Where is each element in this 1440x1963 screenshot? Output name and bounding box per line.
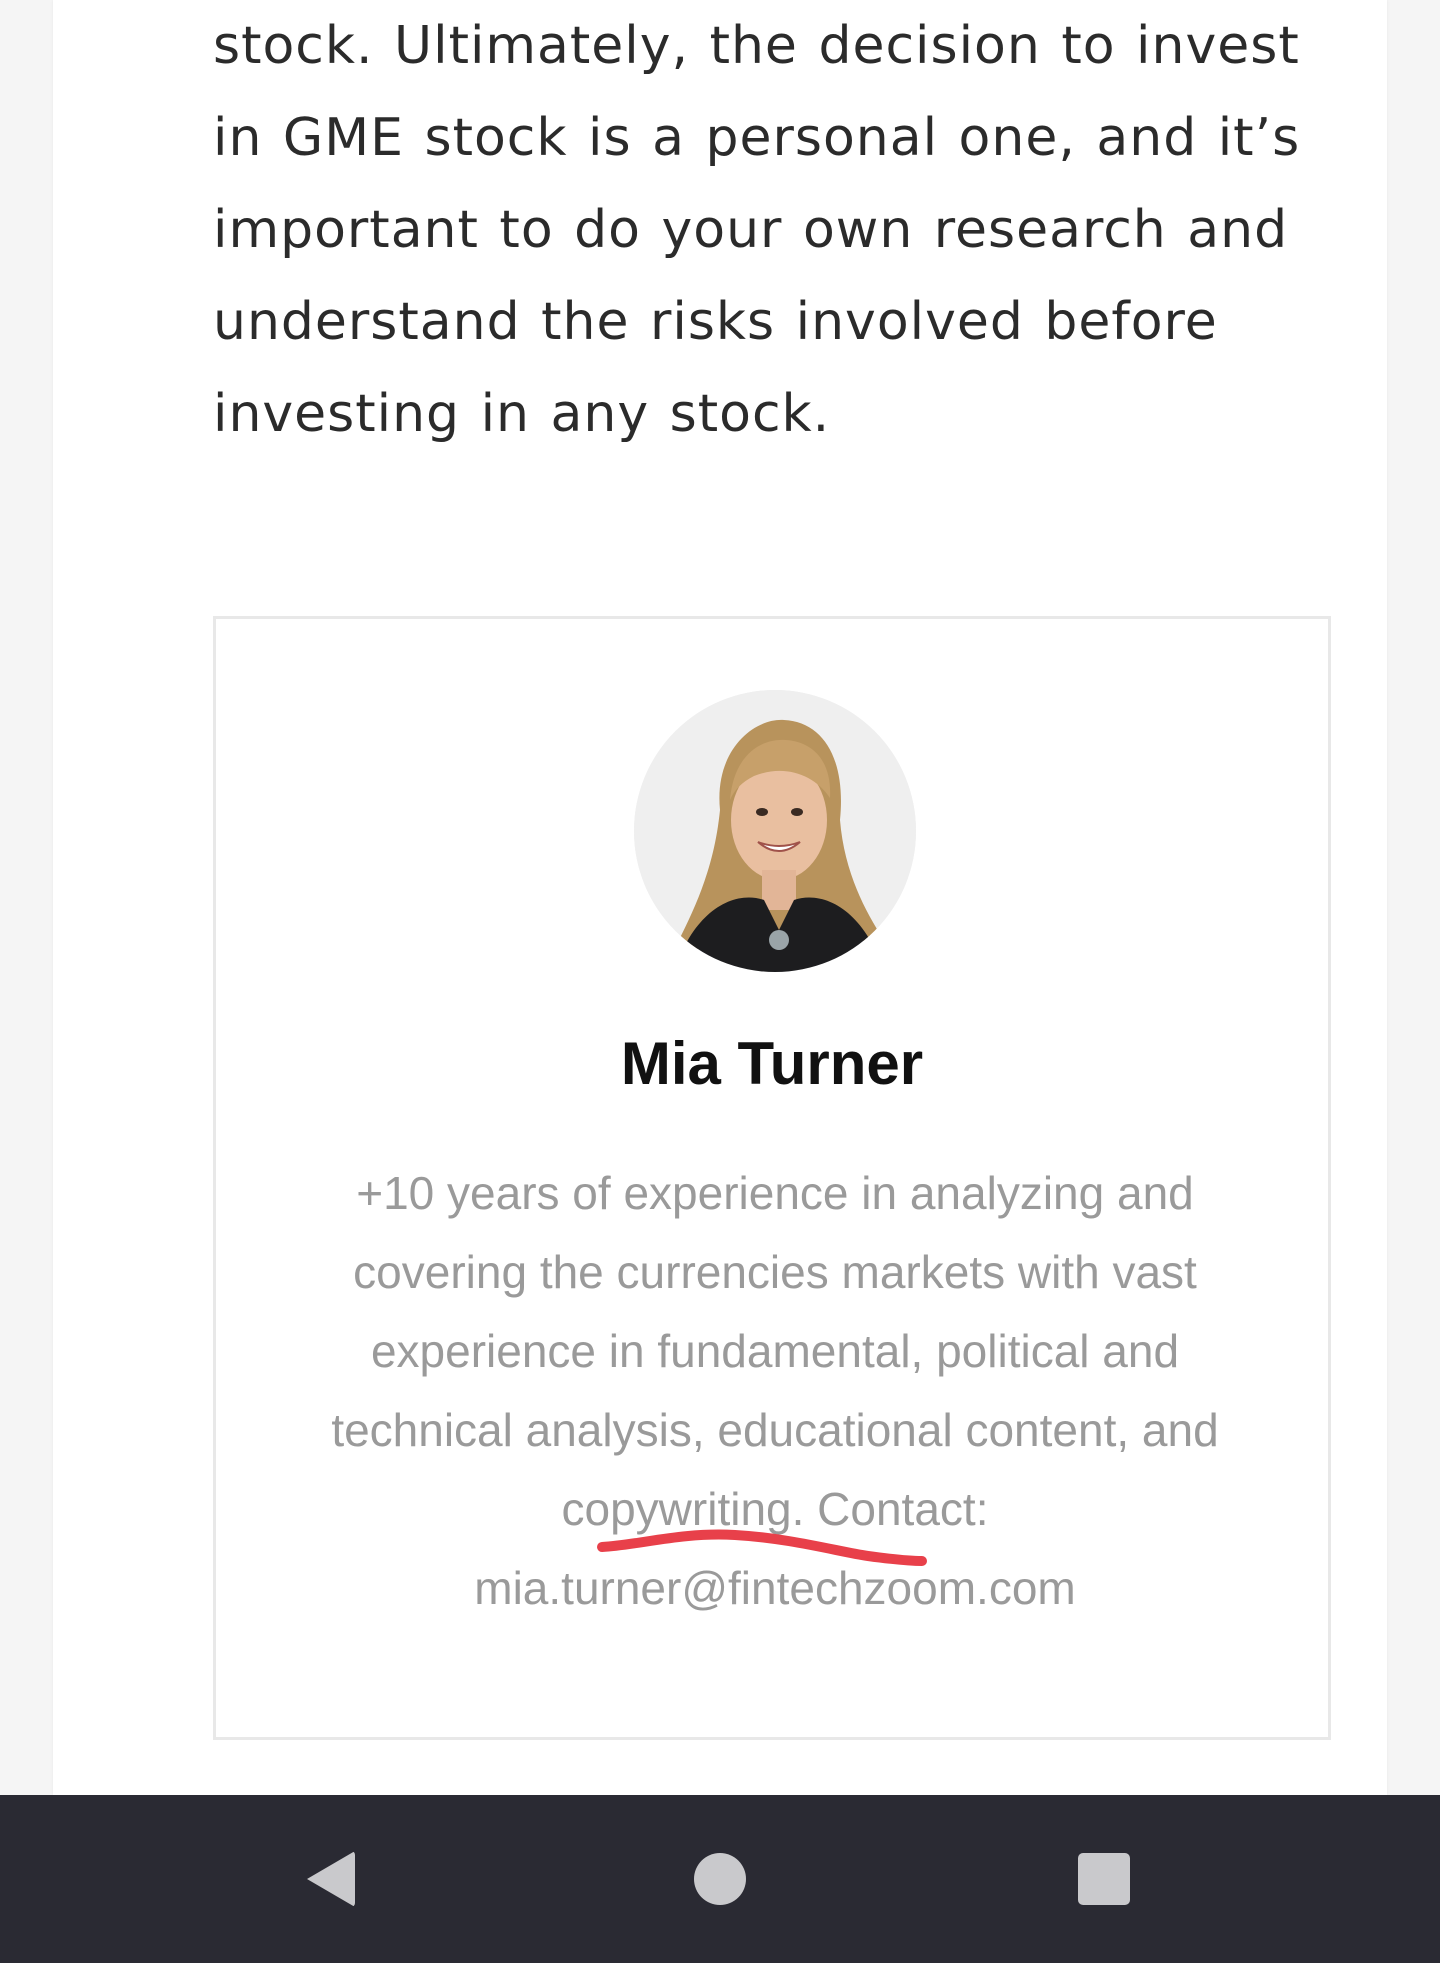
author-bio: +10 years of experience in analyzing and…	[331, 1167, 1219, 1614]
recents-button[interactable]	[1024, 1795, 1184, 1963]
author-photo-icon	[634, 690, 916, 972]
page: stock. Ultimately, the decision to inves…	[0, 0, 1440, 1963]
back-triangle-icon	[307, 1851, 355, 1907]
home-button[interactable]	[640, 1795, 800, 1963]
back-button[interactable]	[251, 1795, 411, 1963]
author-name: Mia Turner	[620, 1030, 924, 1097]
article-card: stock. Ultimately, the decision to inves…	[53, 0, 1387, 1795]
article-paragraph: stock. Ultimately, the decision to inves…	[213, 16, 1301, 444]
home-circle-icon	[694, 1853, 746, 1905]
system-navigation-bar	[0, 1795, 1440, 1963]
recents-square-icon	[1078, 1853, 1130, 1905]
author-avatar	[634, 690, 916, 972]
author-box: Mia Turner +10 years of experience in an…	[213, 616, 1331, 1740]
